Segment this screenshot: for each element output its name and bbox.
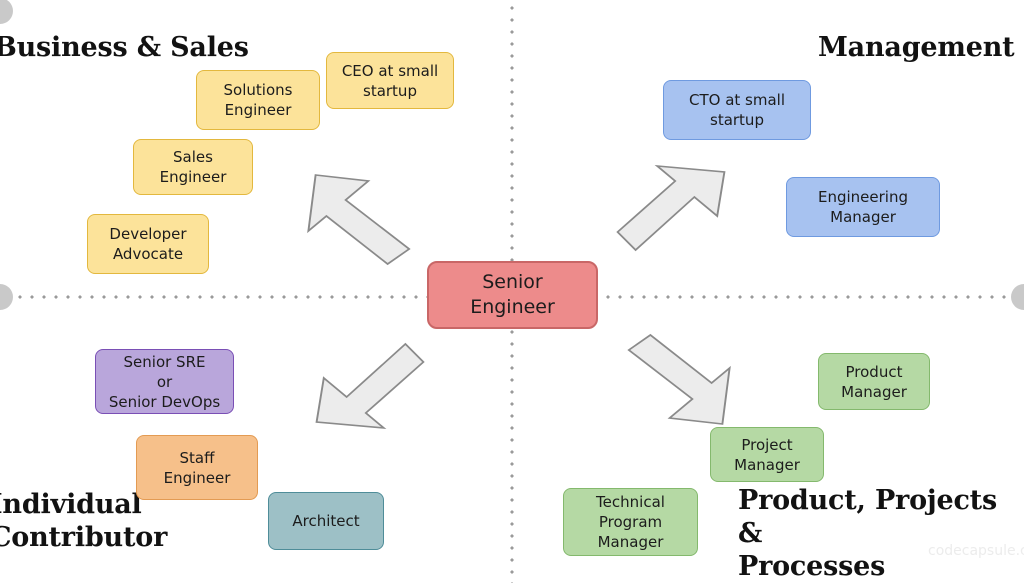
quadrant-heading-product-projects-processes: Product, Projects & Processes — [738, 485, 997, 582]
node-architect[interactable]: Architect — [268, 492, 384, 550]
node-staff-engineer[interactable]: Staff Engineer — [136, 435, 258, 500]
arrow-to-business-sales — [306, 167, 426, 267]
watermark: codecapsule.c — [928, 543, 1024, 559]
node-project-manager[interactable]: Project Manager — [710, 427, 824, 482]
quadrant-heading-management: Management — [818, 32, 1015, 63]
node-solutions-engineer[interactable]: Solutions Engineer — [196, 70, 320, 130]
arrow-to-management — [614, 164, 734, 264]
node-sales-engineer[interactable]: Sales Engineer — [133, 139, 253, 195]
selection-handle-left[interactable] — [0, 284, 13, 310]
arrow-to-individual-contributor — [307, 330, 427, 430]
node-senior-engineer[interactable]: Senior Engineer — [427, 261, 598, 329]
node-ceo-small-startup[interactable]: CEO at small startup — [326, 52, 454, 109]
node-cto-small-startup[interactable]: CTO at small startup — [663, 80, 811, 140]
career-paths-diagram: Business & Sales Management Individual C… — [0, 0, 1024, 583]
quadrant-heading-business-sales: Business & Sales — [0, 32, 249, 63]
node-product-manager[interactable]: Product Manager — [818, 353, 930, 410]
node-technical-program-manager[interactable]: Technical Program Manager — [563, 488, 698, 556]
arrow-to-product-projects-processes — [612, 332, 732, 432]
selection-handle-top-left[interactable] — [0, 0, 13, 24]
node-developer-advocate[interactable]: Developer Advocate — [87, 214, 209, 274]
node-engineering-manager[interactable]: Engineering Manager — [786, 177, 940, 237]
node-senior-sre-or-devops[interactable]: Senior SRE or Senior DevOps — [95, 349, 234, 414]
selection-handle-right[interactable] — [1011, 284, 1024, 310]
